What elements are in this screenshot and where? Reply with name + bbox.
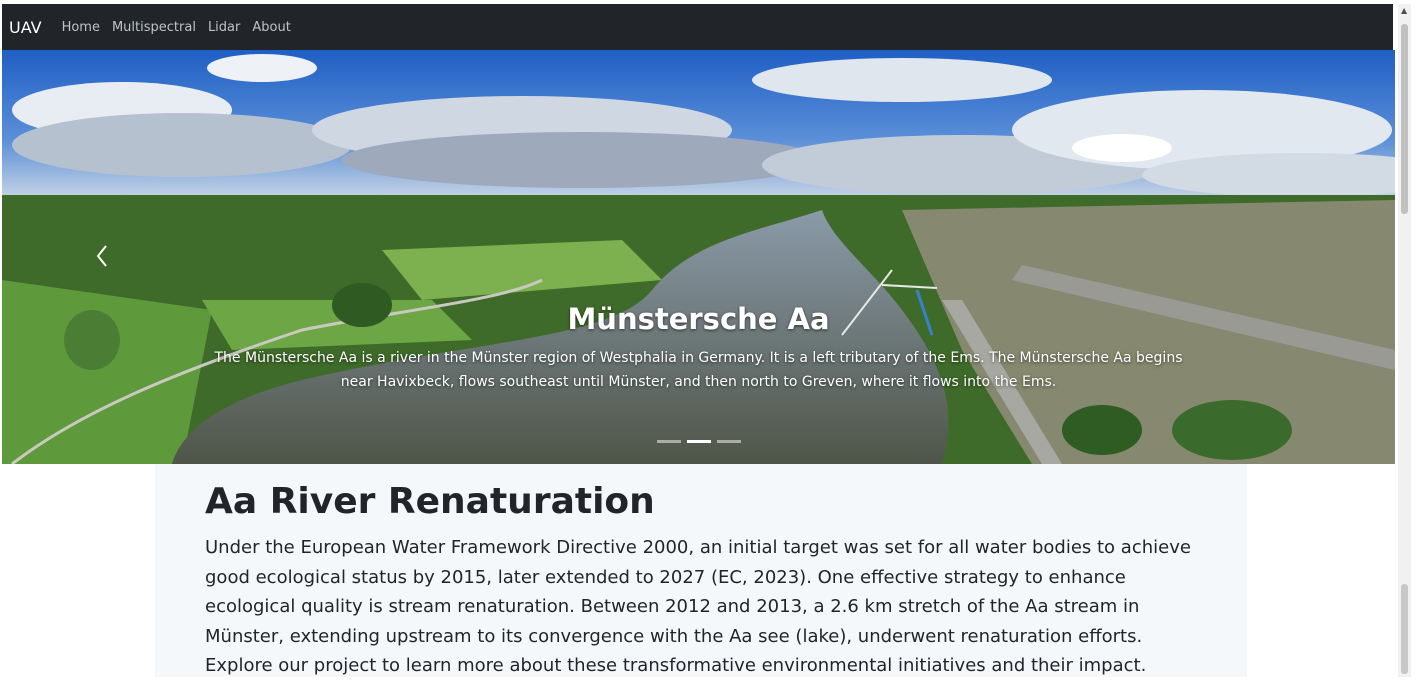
carousel-prev-icon[interactable] [96, 244, 108, 268]
nav-link-home[interactable]: Home [62, 20, 100, 35]
carousel-caption: Münstersche Aa The Münstersche Aa is a r… [2, 302, 1395, 394]
nav-link-lidar[interactable]: Lidar [208, 20, 240, 35]
scrollbar[interactable]: ▲ [1398, 4, 1411, 677]
carousel-indicator-2[interactable] [686, 440, 711, 443]
carousel-caption-text: The Münstersche Aa is a river in the Mün… [214, 350, 1183, 390]
carousel-indicator-3[interactable] [716, 440, 741, 443]
carousel-indicator-1[interactable] [656, 440, 681, 443]
scroll-up-icon[interactable]: ▲ [1401, 6, 1407, 15]
nav-link-multispectral[interactable]: Multispectral [112, 20, 196, 35]
intro-section: Aa River Renaturation Under the European… [155, 464, 1247, 677]
navbar: UAV Home Multispectral Lidar About [2, 4, 1393, 50]
scrollbar-thumb[interactable] [1401, 24, 1408, 214]
page-title: Aa River Renaturation [205, 481, 655, 522]
scrollbar-track[interactable] [1401, 584, 1408, 674]
aerial-river-photo [2, 50, 1395, 464]
carousel-indicators [2, 440, 1395, 443]
carousel-caption-title: Münstersche Aa [567, 302, 830, 336]
navbar-brand[interactable]: UAV [9, 18, 42, 37]
hero-carousel[interactable]: Münstersche Aa The Münstersche Aa is a r… [2, 50, 1395, 464]
nav-link-about[interactable]: About [252, 20, 290, 35]
intro-paragraph: Under the European Water Framework Direc… [205, 537, 1191, 676]
